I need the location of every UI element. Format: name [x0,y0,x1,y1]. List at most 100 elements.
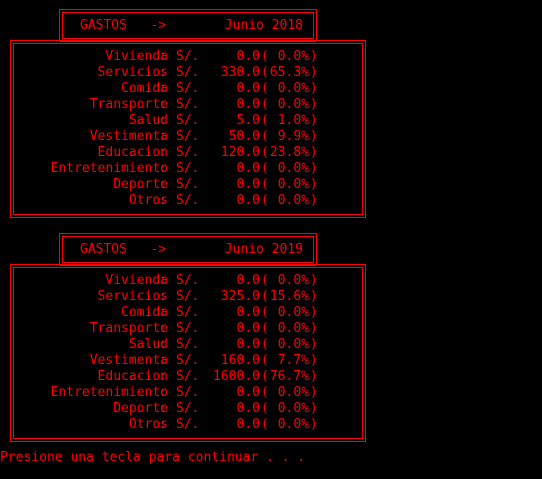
report-header-2019: GASTOS -> Junio 2019 [59,233,317,266]
expense-row: Entretenimiento: S/. 0.0(0.0%) [14,161,364,177]
expense-percent: 0.0% [277,49,309,64]
paren-close: ) [310,97,318,112]
report-period: Junio 2019 [224,242,303,257]
expense-amount: 0.0 [236,177,260,192]
expense-row: Servicios: S/. 325.0(15.6%) [14,289,364,305]
expense-amount: 0.0 [236,81,260,96]
expense-row: Otros: S/. 0.0(0.0%) [14,193,364,209]
expense-row: Vestimenta: S/. 160.0(7.7%) [14,353,364,369]
paren-open: ( [261,97,269,112]
report-period: Junio 2018 [224,18,303,33]
separator-colon: : [159,97,167,112]
expense-amount: 0.0 [236,321,260,336]
currency-symbol: S/. [176,97,200,112]
paren-open: ( [261,321,269,336]
expense-row: Comida: S/. 0.0(0.0%) [14,305,364,321]
expense-percent: 0.0% [277,417,309,432]
report-label: GASTOS -> [80,18,167,33]
expense-panel-2019: Vivienda: S/. 0.0(0.0%) Servicios: S/. 325.0(… [10,264,366,442]
report-header-2018: GASTOS -> Junio 2018 [59,9,317,42]
expense-row: Vestimenta: S/. 50.0(9.9%) [14,129,364,145]
separator-colon: : [159,289,167,304]
paren-close: ) [310,145,318,160]
separator-colon: : [159,65,167,80]
expense-category: Vestimenta [89,129,168,144]
currency-symbol: S/. [176,177,200,192]
paren-close: ) [310,353,318,368]
expense-panel-2018: Vivienda: S/. 0.0(0.0%) Servicios: S/. 330.0(… [10,40,366,218]
expense-percent: 0.0% [277,193,309,208]
expense-category: Servicios [97,289,168,304]
currency-symbol: S/. [176,305,200,320]
expense-amount: 0.0 [236,337,260,352]
expense-amount: 50.0 [228,129,260,144]
expense-row: Educacion: S/. 1600.0(76.7%) [14,369,364,385]
paren-close: ) [310,113,318,128]
expense-amount: 0.0 [236,385,260,400]
expense-row: Vivienda: S/. 0.0(0.0%) [14,49,364,65]
expense-category: Entretenimiento [50,385,168,400]
expense-row: Comida: S/. 0.0(0.0%) [14,81,364,97]
paren-open: ( [261,81,269,96]
expense-row: Deporte: S/. 0.0(0.0%) [14,177,364,193]
paren-close: ) [310,65,318,80]
paren-open: ( [261,417,269,432]
paren-close: ) [310,177,318,192]
currency-symbol: S/. [176,129,200,144]
paren-close: ) [310,81,318,96]
currency-symbol: S/. [176,193,200,208]
currency-symbol: S/. [176,273,200,288]
currency-symbol: S/. [176,113,200,128]
expense-category: Educacion [97,145,168,160]
separator-colon: : [159,49,167,64]
currency-symbol: S/. [176,321,200,336]
currency-symbol: S/. [176,65,200,80]
paren-close: ) [310,289,318,304]
paren-open: ( [261,113,269,128]
paren-close: ) [310,161,318,176]
paren-close: ) [310,401,318,416]
separator-colon: : [159,321,167,336]
expense-amount: 5.0 [236,113,260,128]
separator-colon: : [159,305,167,320]
separator-colon: : [159,193,167,208]
expense-percent: 0.0% [277,273,309,288]
paren-close: ) [310,305,318,320]
expense-percent: 0.0% [277,177,309,192]
expense-percent: 7.7% [277,353,309,368]
expense-row: Transporte: S/. 0.0(0.0%) [14,97,364,113]
paren-close: ) [310,129,318,144]
expense-percent: 0.0% [277,401,309,416]
expense-percent: 76.7% [269,369,309,384]
separator-colon: : [159,273,167,288]
expense-amount: 160.0 [220,353,260,368]
separator-colon: : [159,145,167,160]
separator-colon: : [159,129,167,144]
paren-open: ( [261,289,269,304]
currency-symbol: S/. [176,289,200,304]
paren-open: ( [261,353,269,368]
separator-colon: : [159,401,167,416]
paren-close: ) [310,321,318,336]
currency-symbol: S/. [176,353,200,368]
currency-symbol: S/. [176,337,200,352]
expense-row: Entretenimiento: S/. 0.0(0.0%) [14,385,364,401]
paren-close: ) [310,193,318,208]
expense-amount: 0.0 [236,417,260,432]
currency-symbol: S/. [176,49,200,64]
expense-percent: 1.0% [277,113,309,128]
paren-open: ( [261,129,269,144]
expense-row: Deporte: S/. 0.0(0.0%) [14,401,364,417]
paren-open: ( [261,49,269,64]
expense-percent: 9.9% [277,129,309,144]
currency-symbol: S/. [176,369,200,384]
expense-category: Vestimenta [89,353,168,368]
currency-symbol: S/. [176,81,200,96]
expense-row: Transporte: S/. 0.0(0.0%) [14,321,364,337]
paren-open: ( [261,401,269,416]
expense-amount: 0.0 [236,273,260,288]
separator-colon: : [159,369,167,384]
expense-percent: 0.0% [277,385,309,400]
report-label: GASTOS -> [80,242,167,257]
paren-open: ( [261,337,269,352]
